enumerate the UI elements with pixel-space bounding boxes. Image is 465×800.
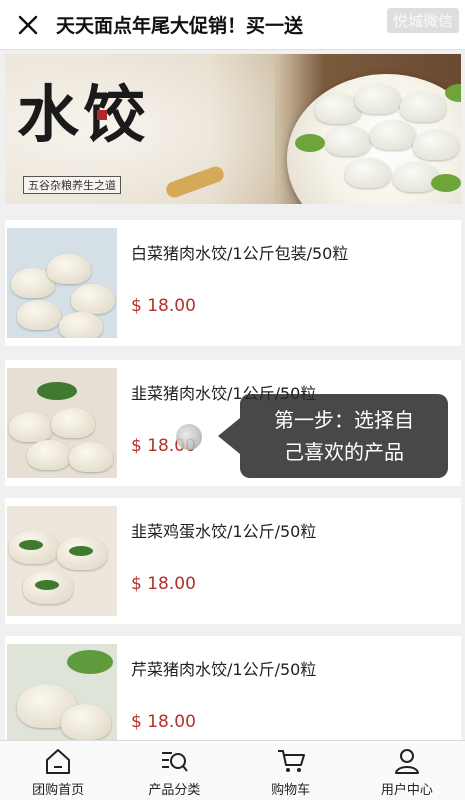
dumpling-image xyxy=(400,92,446,122)
home-icon xyxy=(46,749,71,774)
close-icon xyxy=(18,15,38,34)
tab-category[interactable]: 产品分类 xyxy=(116,741,232,800)
tooltip-line: 己喜欢的产品 xyxy=(284,440,404,464)
seal-stamp xyxy=(97,110,107,120)
product-name: 韭菜鸡蛋水饺/1公斤/50粒 xyxy=(131,522,317,541)
vegetable-garnish xyxy=(295,134,325,152)
product-thumbnail xyxy=(7,368,117,478)
tab-user-center[interactable]: 用户中心 xyxy=(349,741,465,800)
category-search-icon xyxy=(162,752,189,772)
touch-indicator xyxy=(176,424,202,450)
product-item[interactable]: 白菜猪肉水饺/1公斤包装/50粒 $ 18.00 xyxy=(5,220,461,346)
promo-banner[interactable]: 水饺 五谷杂粮养生之道 xyxy=(5,54,461,204)
vegetable-garnish xyxy=(431,174,461,192)
dumpling-image xyxy=(413,130,459,160)
tab-label: 用户中心 xyxy=(380,783,433,798)
tab-home[interactable]: 团购首页 xyxy=(0,741,116,800)
page-title: 天天面点年尾大促销！买一送 xyxy=(56,15,304,37)
product-item[interactable]: 韭菜鸡蛋水饺/1公斤/50粒 $ 18.00 xyxy=(5,498,461,624)
product-price: $ 18.00 xyxy=(131,296,196,316)
close-button[interactable] xyxy=(0,0,56,50)
bottom-tab-bar: 团购首页 产品分类 购物车 用户中心 xyxy=(0,740,465,800)
dumpling-image xyxy=(370,120,416,150)
banner-subtitle: 五谷杂粮养生之道 xyxy=(23,176,121,194)
product-thumbnail xyxy=(7,506,117,616)
tab-cart[interactable]: 购物车 xyxy=(233,741,349,800)
product-name: 芹菜猪肉水饺/1公斤/50粒 xyxy=(131,660,317,679)
top-bar: 天天面点年尾大促销！买一送 悦城微信 xyxy=(0,0,465,50)
product-price: $ 18.00 xyxy=(131,712,196,732)
product-thumbnail xyxy=(7,644,117,754)
banner-headline: 水饺 xyxy=(17,78,150,151)
tab-label: 购物车 xyxy=(271,783,311,798)
product-name: 白菜猪肉水饺/1公斤包装/50粒 xyxy=(131,244,349,263)
product-thumbnail xyxy=(7,228,117,338)
cart-icon xyxy=(277,750,305,772)
tooltip-line: 第一步：选择自 xyxy=(274,408,414,432)
user-icon xyxy=(394,749,419,774)
dumpling-image xyxy=(325,126,371,156)
watermark: 悦城微信 xyxy=(386,8,459,33)
guide-tooltip: 第一步：选择自 己喜欢的产品 xyxy=(218,394,448,478)
dumpling-image xyxy=(345,158,391,188)
tab-label: 产品分类 xyxy=(148,783,201,798)
tab-label: 团购首页 xyxy=(32,783,85,798)
dumpling-image xyxy=(355,84,401,114)
product-price: $ 18.00 xyxy=(131,574,196,594)
